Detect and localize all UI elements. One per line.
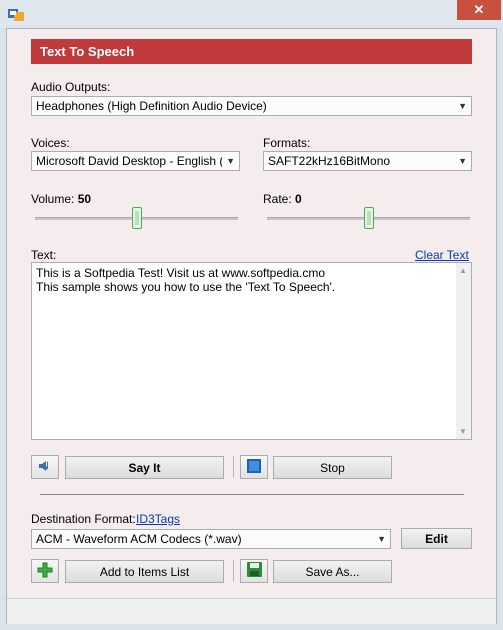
audio-outputs-label: Audio Outputs: [31,80,111,94]
rate-value: 0 [295,192,302,206]
page-title: Text To Speech [31,39,472,64]
stop-icon-button[interactable] [240,455,268,479]
formats-value: SAFT22kHz16BitMono [268,154,391,168]
rate-slider-thumb[interactable] [364,207,374,229]
status-bar [7,598,496,624]
app-icon [8,7,24,21]
stop-square-icon [247,458,261,476]
text-scrollbar[interactable]: ▲ ▼ [456,263,471,439]
destination-format-value: ACM - Waveform ACM Codecs (*.wav) [36,532,242,546]
edit-button[interactable]: Edit [401,528,472,549]
clear-text-link[interactable]: Clear Text [415,248,469,262]
id3-tags-link[interactable]: ID3Tags [136,512,180,526]
save-icon-button[interactable] [240,559,268,583]
voices-label: Voices: [31,136,70,150]
chevron-down-icon: ▼ [226,156,235,166]
chevron-down-icon: ▼ [458,101,467,111]
divider [233,560,234,582]
voices-select[interactable]: Microsoft David Desktop - English (Unit … [31,151,240,171]
text-input[interactable]: This is a Softpedia Test! Visit us at ww… [31,262,472,440]
chevron-down-icon: ▼ [458,156,467,166]
destination-format-select[interactable]: ACM - Waveform ACM Codecs (*.wav) ▼ [31,529,391,549]
volume-slider-thumb[interactable] [132,207,142,229]
say-it-button[interactable]: Say It [65,456,224,479]
music-note-icon [37,459,53,476]
formats-label: Formats: [263,136,311,150]
divider [233,456,234,478]
title-bar[interactable] [0,0,503,28]
chevron-down-icon: ▼ [377,534,386,544]
rate-label: Rate: 0 [263,192,302,206]
volume-label: Volume: 50 [31,192,92,206]
add-plus-icon [37,562,53,581]
destination-format-label: Destination Format: [31,512,136,526]
stop-button[interactable]: Stop [273,456,392,479]
add-icon-button[interactable] [31,559,59,583]
text-label: Text: [31,248,57,262]
voices-value: Microsoft David Desktop - English (Unit [36,154,222,168]
add-to-items-list-button[interactable]: Add to Items List [65,560,224,583]
audio-outputs-value: Headphones (High Definition Audio Device… [36,99,267,113]
scroll-down-icon[interactable]: ▼ [459,427,467,436]
save-as-button[interactable]: Save As... [273,560,392,583]
audio-outputs-select[interactable]: Headphones (High Definition Audio Device… [31,96,472,116]
formats-select[interactable]: SAFT22kHz16BitMono ▼ [263,151,472,171]
close-button[interactable]: ✕ [457,0,501,20]
save-disk-icon [246,562,262,580]
volume-value: 50 [77,192,92,206]
divider [40,494,464,495]
scroll-up-icon[interactable]: ▲ [459,266,467,275]
speak-icon-button[interactable] [31,455,59,479]
